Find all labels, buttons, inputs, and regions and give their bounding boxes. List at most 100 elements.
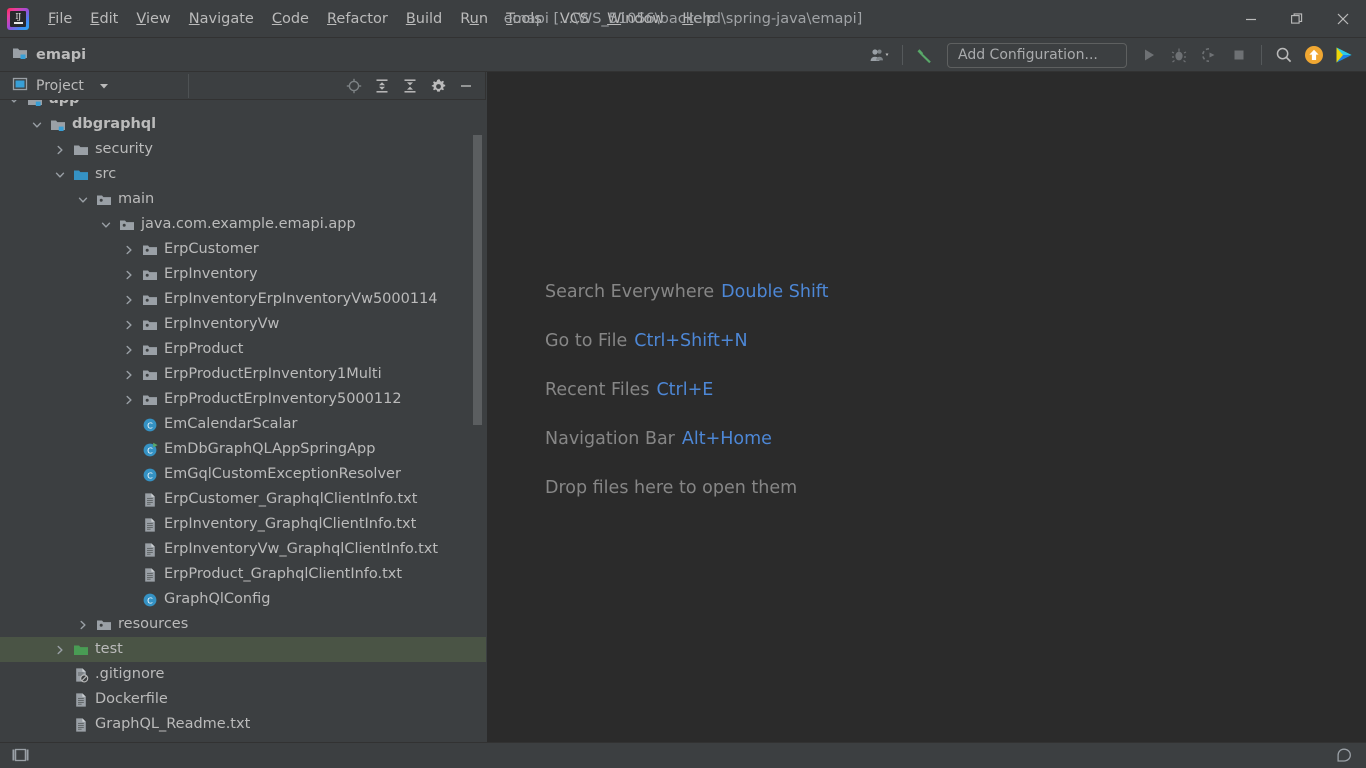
tree-row-label: .gitignore [95,666,165,682]
tree-row[interactable]: test [0,637,486,662]
tree-row[interactable]: ErpInventory_GraphqlClientInfo.txt [0,512,486,537]
menu-item-navigate[interactable]: Navigate [180,7,263,31]
tree-arrow-placeholder [121,442,137,458]
toolbar-actions: Add Configuration... [866,38,1358,72]
tree-row[interactable]: security [0,137,486,162]
tree-row[interactable]: ErpInventoryErpInventoryVw5000114 [0,287,486,312]
tree-row[interactable]: C EmGqlCustomExceptionResolver [0,462,486,487]
tool-windows-layout-icon[interactable] [8,745,32,767]
menu-item-code[interactable]: Code [263,7,318,31]
module-folder-icon [50,117,66,133]
debug-button[interactable] [1165,42,1193,68]
user-accounts-icon[interactable] [866,42,894,68]
chevron-down-icon[interactable] [6,100,22,108]
tree-row[interactable]: dbgraphql [0,112,486,137]
tree-row-label: ErpInventory_GraphqlClientInfo.txt [164,516,417,532]
run-with-coverage-button[interactable] [1195,42,1223,68]
chevron-down-icon[interactable] [98,217,114,233]
tree-row-label: java.com.example.emapi.app [141,216,356,232]
tree-row[interactable]: ErpInventoryVw [0,312,486,337]
menu-item-run[interactable]: Run [451,7,497,31]
chevron-right-icon[interactable] [121,367,137,383]
project-view-selector[interactable]: Project [12,76,110,96]
module-folder-icon [27,100,43,108]
chevron-down-icon[interactable] [52,167,68,183]
restore-button[interactable] [1274,0,1320,38]
menu-item-build[interactable]: Build [397,7,451,31]
notifications-balloon-icon[interactable] [1332,745,1356,767]
project-tree-scrollbar[interactable] [473,135,482,425]
project-icon [12,76,28,96]
package-icon [142,392,158,408]
ide-update-icon[interactable] [1300,42,1328,68]
chevron-down-icon[interactable] [75,192,91,208]
select-opened-file-icon[interactable] [341,74,367,98]
tree-row[interactable]: Dockerfile [0,687,486,712]
run-configuration-selector[interactable]: Add Configuration... [947,42,1127,68]
collapse-all-icon[interactable] [397,74,423,98]
tree-arrow-placeholder [52,692,68,708]
search-icon[interactable] [1270,42,1298,68]
package-icon [142,292,158,308]
tree-row[interactable]: resources [0,612,486,637]
tree-row[interactable]: ErpInventory [0,262,486,287]
tree-row[interactable]: ErpCustomer [0,237,486,262]
chevron-right-icon[interactable] [121,242,137,258]
editor-tip-shortcut: Ctrl+Shift+N [634,331,748,351]
tree-arrow-placeholder [121,417,137,433]
tree-row-label: EmGqlCustomExceptionResolver [164,466,401,482]
java-class-icon: C [142,467,158,483]
chevron-right-icon[interactable] [52,142,68,158]
tree-row[interactable]: GraphQL_Readme.txt [0,712,486,737]
svg-text:C: C [147,445,153,455]
chevron-right-icon[interactable] [52,642,68,658]
stop-button[interactable] [1225,42,1253,68]
tree-row[interactable]: src [0,162,486,187]
svg-text:C: C [147,595,153,605]
chevron-right-icon[interactable] [121,317,137,333]
settings-gear-icon[interactable] [425,74,451,98]
minimize-button[interactable] [1228,0,1274,38]
project-tree[interactable]: app dbgraphql security srcmain java.com.exam… [0,100,486,742]
menu-item-edit[interactable]: Edit [81,7,127,31]
tree-row[interactable]: ErpProduct [0,337,486,362]
tree-row[interactable]: C EmCalendarScalar [0,412,486,437]
hide-tool-window-icon[interactable] [453,74,479,98]
tree-row-label: ErpCustomer [164,241,259,257]
chevron-right-icon[interactable] [121,267,137,283]
chevron-right-icon[interactable] [121,342,137,358]
window-title: emapi [...\WS_51056\backend\spring-java\… [503,11,863,27]
tree-row[interactable]: ErpProduct_GraphqlClientInfo.txt [0,562,486,587]
chevron-down-icon[interactable] [98,80,110,92]
menu-item-refactor[interactable]: Refactor [318,7,397,31]
chevron-right-icon[interactable] [121,392,137,408]
tree-arrow-placeholder [121,592,137,608]
tree-row-label: ErpInventoryVw_GraphqlClientInfo.txt [164,541,439,557]
tree-row[interactable]: ErpCustomer_GraphqlClientInfo.txt [0,487,486,512]
ide-features-trainer-icon[interactable] [1330,42,1358,68]
text-file-icon [142,567,158,583]
chevron-down-icon[interactable] [29,117,45,133]
folder-icon [73,142,89,158]
tree-row[interactable]: java.com.example.emapi.app [0,212,486,237]
chevron-right-icon[interactable] [121,292,137,308]
tree-row[interactable]: C GraphQlConfig [0,587,486,612]
menu-item-view[interactable]: View [127,7,179,31]
expand-all-icon[interactable] [369,74,395,98]
chevron-right-icon[interactable] [75,617,91,633]
build-hammer-icon[interactable] [911,42,939,68]
breadcrumb[interactable]: emapi [12,45,86,65]
close-button[interactable] [1320,0,1366,38]
tree-row[interactable]: C EmDbGraphQLAppSpringApp [0,437,486,462]
tree-row[interactable]: .gitignore [0,662,486,687]
run-button[interactable] [1135,42,1163,68]
package-icon [142,242,158,258]
tree-row[interactable]: ErpProductErpInventory1Multi [0,362,486,387]
tree-row[interactable]: main [0,187,486,212]
tree-row[interactable]: ErpProductErpInventory5000112 [0,387,486,412]
menu-item-file[interactable]: File [39,7,81,31]
tree-row-label: ErpInventoryVw [164,316,280,332]
tree-row[interactable]: ErpInventoryVw_GraphqlClientInfo.txt [0,537,486,562]
tree-row-label: dbgraphql [72,116,157,132]
tree-row[interactable]: app [0,100,486,112]
